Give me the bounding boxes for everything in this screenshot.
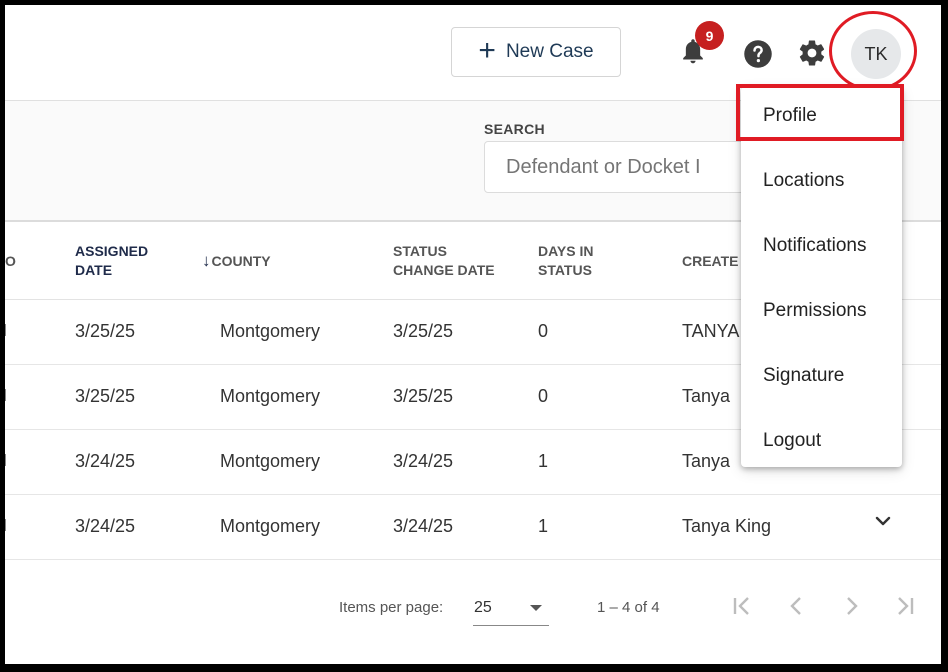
cell-created-by: TANYA [682,321,740,341]
user-menu: Profile Locations Notifications Permissi… [741,87,902,467]
cell-created-by: Tanya King [682,516,772,536]
cell-edge-mark [5,519,9,531]
chevron-down-icon [875,516,891,526]
cell-status-change-date: 3/24/25 [393,516,454,536]
first-page-icon [733,597,749,615]
expand-row-button[interactable] [873,511,893,531]
cell-county: Montgomery [220,516,321,536]
cell-county: Montgomery [220,386,321,406]
items-per-page-value: 25 [474,599,492,616]
settings-button[interactable] [795,36,829,70]
column-header-created-by[interactable]: CREATE [682,252,739,271]
first-page-button[interactable] [729,593,755,619]
cell-created-by: Tanya [682,386,731,406]
column-header-partial[interactable]: O [5,252,16,271]
last-page-icon [898,597,914,615]
menu-item-logout[interactable]: Logout [741,412,902,477]
cell-days-in-status: 1 [538,516,549,536]
items-per-page-select[interactable]: 25 [473,591,549,626]
gear-icon [799,40,825,66]
notification-count-badge: 9 [695,21,724,50]
cell-edge-mark [5,454,9,466]
menu-item-signature[interactable]: Signature [741,347,902,412]
menu-item-label: Signature [763,365,845,386]
previous-page-button[interactable] [784,593,810,619]
new-case-button[interactable]: + New Case [451,27,621,77]
column-header-days-in-status[interactable]: DAYS IN STATUS [538,242,594,280]
column-header-assigned-date[interactable]: ASSIGNED DATE [75,242,148,280]
cell-edge-mark [5,389,9,401]
plus-icon: + [478,33,496,67]
help-icon [744,40,772,68]
column-header-status-change-line2: CHANGE DATE [393,262,495,278]
search-input[interactable] [484,141,784,193]
table-row[interactable]: 3/24/25 Montgomery 3/24/25 1 Tanya King [5,495,941,560]
page-range-label: 1 – 4 of 4 [597,599,660,616]
menu-item-profile[interactable]: Profile [741,87,902,152]
column-header-assigned-date-line1: ASSIGNED [75,243,149,259]
help-button[interactable] [742,38,774,70]
pagination-bar: Items per page: 25 1 – 4 of 4 [5,565,941,664]
menu-item-label: Locations [763,170,845,191]
column-header-county[interactable]: ↓COUNTY [202,251,271,271]
chevron-right-icon [847,597,858,615]
search-label: SEARCH [484,121,545,137]
cell-assigned-date: 3/25/25 [75,321,136,341]
column-header-days-in-status-line1: DAYS IN [538,243,594,259]
cell-status-change-date: 3/25/25 [393,386,454,406]
column-header-status-change-date[interactable]: STATUS CHANGE DATE [393,242,495,280]
cell-edge-mark [5,324,9,336]
cell-county: Montgomery [220,321,321,341]
items-per-page-label: Items per page: [339,599,444,616]
next-page-button[interactable] [838,593,864,619]
cell-assigned-date: 3/24/25 [75,451,136,471]
new-case-label: New Case [505,41,594,62]
cell-status-change-date: 3/24/25 [393,451,454,471]
app-window: + New Case 9 TK SEARCH Defendant or Dock… [5,5,941,664]
menu-item-locations[interactable]: Locations [741,152,902,217]
user-avatar-button[interactable]: TK [851,29,901,79]
chevron-left-icon [790,597,801,615]
menu-item-label: Logout [763,430,822,451]
cell-days-in-status: 1 [538,451,549,471]
cell-county: Montgomery [220,451,321,471]
cell-days-in-status: 0 [538,321,549,341]
cell-assigned-date: 3/25/25 [75,386,136,406]
menu-item-label: Permissions [763,300,867,321]
menu-item-notifications[interactable]: Notifications [741,217,902,282]
column-header-status-change-line1: STATUS [393,243,447,259]
sort-down-arrow-icon: ↓ [202,251,211,270]
cell-status-change-date: 3/25/25 [393,321,454,341]
menu-item-permissions[interactable]: Permissions [741,282,902,347]
column-header-county-label: COUNTY [211,253,271,269]
cell-created-by: Tanya [682,451,731,471]
menu-item-label: Profile [763,105,817,126]
menu-item-label: Notifications [763,235,867,256]
column-header-days-in-status-line2: STATUS [538,262,592,278]
cell-assigned-date: 3/24/25 [75,516,136,536]
column-header-assigned-date-line2: DATE [75,262,113,278]
last-page-button[interactable] [892,593,918,619]
cell-days-in-status: 0 [538,386,549,406]
dropdown-caret-icon [530,605,542,611]
